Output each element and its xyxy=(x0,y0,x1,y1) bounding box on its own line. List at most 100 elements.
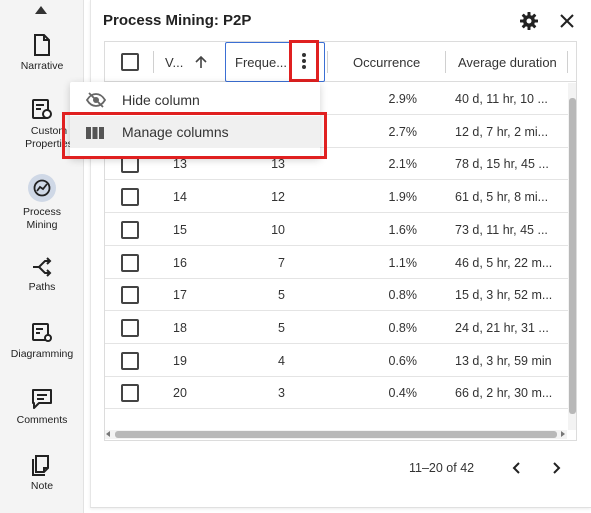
comment-icon xyxy=(32,389,52,409)
next-page-button[interactable] xyxy=(546,458,566,478)
column-header-occurrence[interactable]: Occurrence xyxy=(353,42,420,82)
kebab-icon xyxy=(302,65,306,69)
row-checkbox[interactable] xyxy=(121,220,139,239)
rail-item-process-mining[interactable]: Process Mining xyxy=(0,174,84,232)
table-row[interactable]: 1940.6%13 d, 3 hr, 59 min7 xyxy=(105,345,576,377)
table-cell: 5 xyxy=(278,288,285,303)
rail-item-label: Note xyxy=(30,480,54,492)
table-cell: 7 xyxy=(278,255,285,270)
kebab-icon xyxy=(302,53,306,57)
chevron-right-icon xyxy=(553,462,561,474)
row-checkbox[interactable] xyxy=(121,318,139,337)
table-cell: 40 d, 11 hr, 10 ... xyxy=(455,92,548,106)
row-checkbox[interactable] xyxy=(121,253,139,272)
close-icon xyxy=(560,14,574,28)
diagramming-icon xyxy=(32,323,52,342)
table-cell: 1.6% xyxy=(388,222,418,237)
table-cell: 15 d, 3 hr, 52 m... xyxy=(455,288,553,303)
table-row[interactable]: 1750.8%15 d, 3 hr, 52 m...7 xyxy=(105,279,576,312)
column-header-label: V... xyxy=(165,54,184,70)
table-cell: 16 xyxy=(173,255,187,270)
column-header-label: Occurrence xyxy=(353,54,421,70)
table-header: V... Freque... Occurrence Average durati… xyxy=(105,42,576,82)
column-header-average-duration[interactable]: Average duration xyxy=(458,42,557,82)
menu-item-label: Hide column xyxy=(122,92,200,108)
scroll-left-icon[interactable] xyxy=(106,431,110,437)
close-button[interactable] xyxy=(557,11,577,31)
table-cell: 13 d, 3 hr, 59 min xyxy=(455,353,552,368)
table-row[interactable]: 1850.8%24 d, 21 hr, 31 ...7 xyxy=(105,312,576,344)
table-cell: 20 xyxy=(173,386,187,401)
column-options-button[interactable] xyxy=(289,40,319,82)
table-cell: 4 xyxy=(278,353,285,368)
column-header-frequency[interactable]: Freque... xyxy=(235,42,287,82)
scroll-right-icon[interactable] xyxy=(561,431,565,437)
rail-item-label: Comments xyxy=(16,414,68,426)
rail-item-label: Paths xyxy=(28,281,56,293)
settings-button[interactable] xyxy=(519,11,539,31)
chevron-left-icon xyxy=(512,462,520,474)
horizontal-scroll-thumb[interactable] xyxy=(115,431,557,438)
table-cell: 24 d, 21 hr, 31 ... xyxy=(455,320,549,335)
sort-ascending-icon[interactable] xyxy=(194,55,208,69)
vertical-scroll-thumb[interactable] xyxy=(569,98,576,414)
process-mining-panel: Process Mining: P2P V... Freque... Occur… xyxy=(90,0,591,508)
rail-item-diagramming[interactable]: Diagramming xyxy=(0,322,84,361)
table-cell: 0.8% xyxy=(388,320,418,335)
table-row[interactable]: 14121.9%61 d, 5 hr, 8 mi...7 xyxy=(105,181,576,214)
table-cell: 10 xyxy=(271,222,285,237)
table-cell: 78 d, 15 hr, 45 ... xyxy=(455,157,549,172)
custom-properties-icon xyxy=(32,99,52,119)
rail-item-narrative[interactable]: Narrative xyxy=(0,34,84,73)
column-header-label: Freque... xyxy=(235,54,288,70)
table-cell: 2.1% xyxy=(388,157,418,172)
column-divider xyxy=(445,51,446,73)
rail-item-comments[interactable]: Comments xyxy=(0,388,84,427)
paths-icon xyxy=(33,257,52,277)
table-row[interactable]: 2030.4%66 d, 2 hr, 30 m...1 xyxy=(105,377,576,410)
highlight-box xyxy=(62,112,327,159)
table-cell: 0.6% xyxy=(388,353,418,368)
rail-item-label: Process Mining xyxy=(23,206,61,231)
row-checkbox[interactable] xyxy=(121,188,139,207)
select-all-checkbox[interactable] xyxy=(121,53,139,71)
process-mining-icon xyxy=(33,179,51,197)
column-divider xyxy=(327,51,328,73)
rail-item-note[interactable]: Note xyxy=(0,454,84,493)
table-cell: 66 d, 2 hr, 30 m... xyxy=(455,386,553,401)
table-row[interactable]: 1671.1%46 d, 5 hr, 22 m...7 xyxy=(105,247,576,279)
table-cell: 15 xyxy=(173,222,187,237)
table-cell: 73 d, 11 hr, 45 ... xyxy=(455,222,548,237)
row-checkbox[interactable] xyxy=(121,384,139,403)
table-cell: 12 d, 7 hr, 2 mi... xyxy=(455,124,549,139)
table-cell: 0.8% xyxy=(388,288,418,303)
kebab-icon xyxy=(302,59,306,63)
table-cell: 14 xyxy=(173,190,187,205)
pagination-range: 11–20 of 42 xyxy=(409,461,475,475)
column-divider xyxy=(567,51,568,73)
document-icon xyxy=(34,34,50,56)
column-header-variant[interactable]: V... xyxy=(165,42,183,82)
rail-active-indicator xyxy=(28,174,56,202)
table-cell: 0.4% xyxy=(388,386,418,401)
column-header-label: Average duration xyxy=(458,54,557,70)
table-cell: 1.1% xyxy=(388,255,418,270)
eye-off-icon xyxy=(86,92,106,108)
rail-item-label: Narrative xyxy=(20,60,64,72)
row-checkbox[interactable] xyxy=(121,286,139,305)
table-cell: 3 xyxy=(278,386,285,401)
table-cell: 12 xyxy=(271,190,285,205)
note-icon xyxy=(32,455,49,476)
rail-item-paths[interactable]: Paths xyxy=(0,257,84,294)
table-cell: 17 xyxy=(173,288,187,303)
table-cell: 2.9% xyxy=(388,92,418,106)
table-cell: 2.7% xyxy=(388,124,418,139)
table-cell: 46 d, 5 hr, 22 m... xyxy=(455,255,553,270)
table-cell: 1.9% xyxy=(388,190,418,205)
left-rail: Narrative Custom Properties Process Mini… xyxy=(0,0,84,513)
row-checkbox[interactable] xyxy=(121,351,139,370)
table-cell: 19 xyxy=(173,353,187,368)
previous-page-button[interactable] xyxy=(507,458,527,478)
table-row[interactable]: 15101.6%73 d, 11 hr, 45 ...7 xyxy=(105,214,576,246)
scroll-up-icon[interactable] xyxy=(35,6,47,14)
